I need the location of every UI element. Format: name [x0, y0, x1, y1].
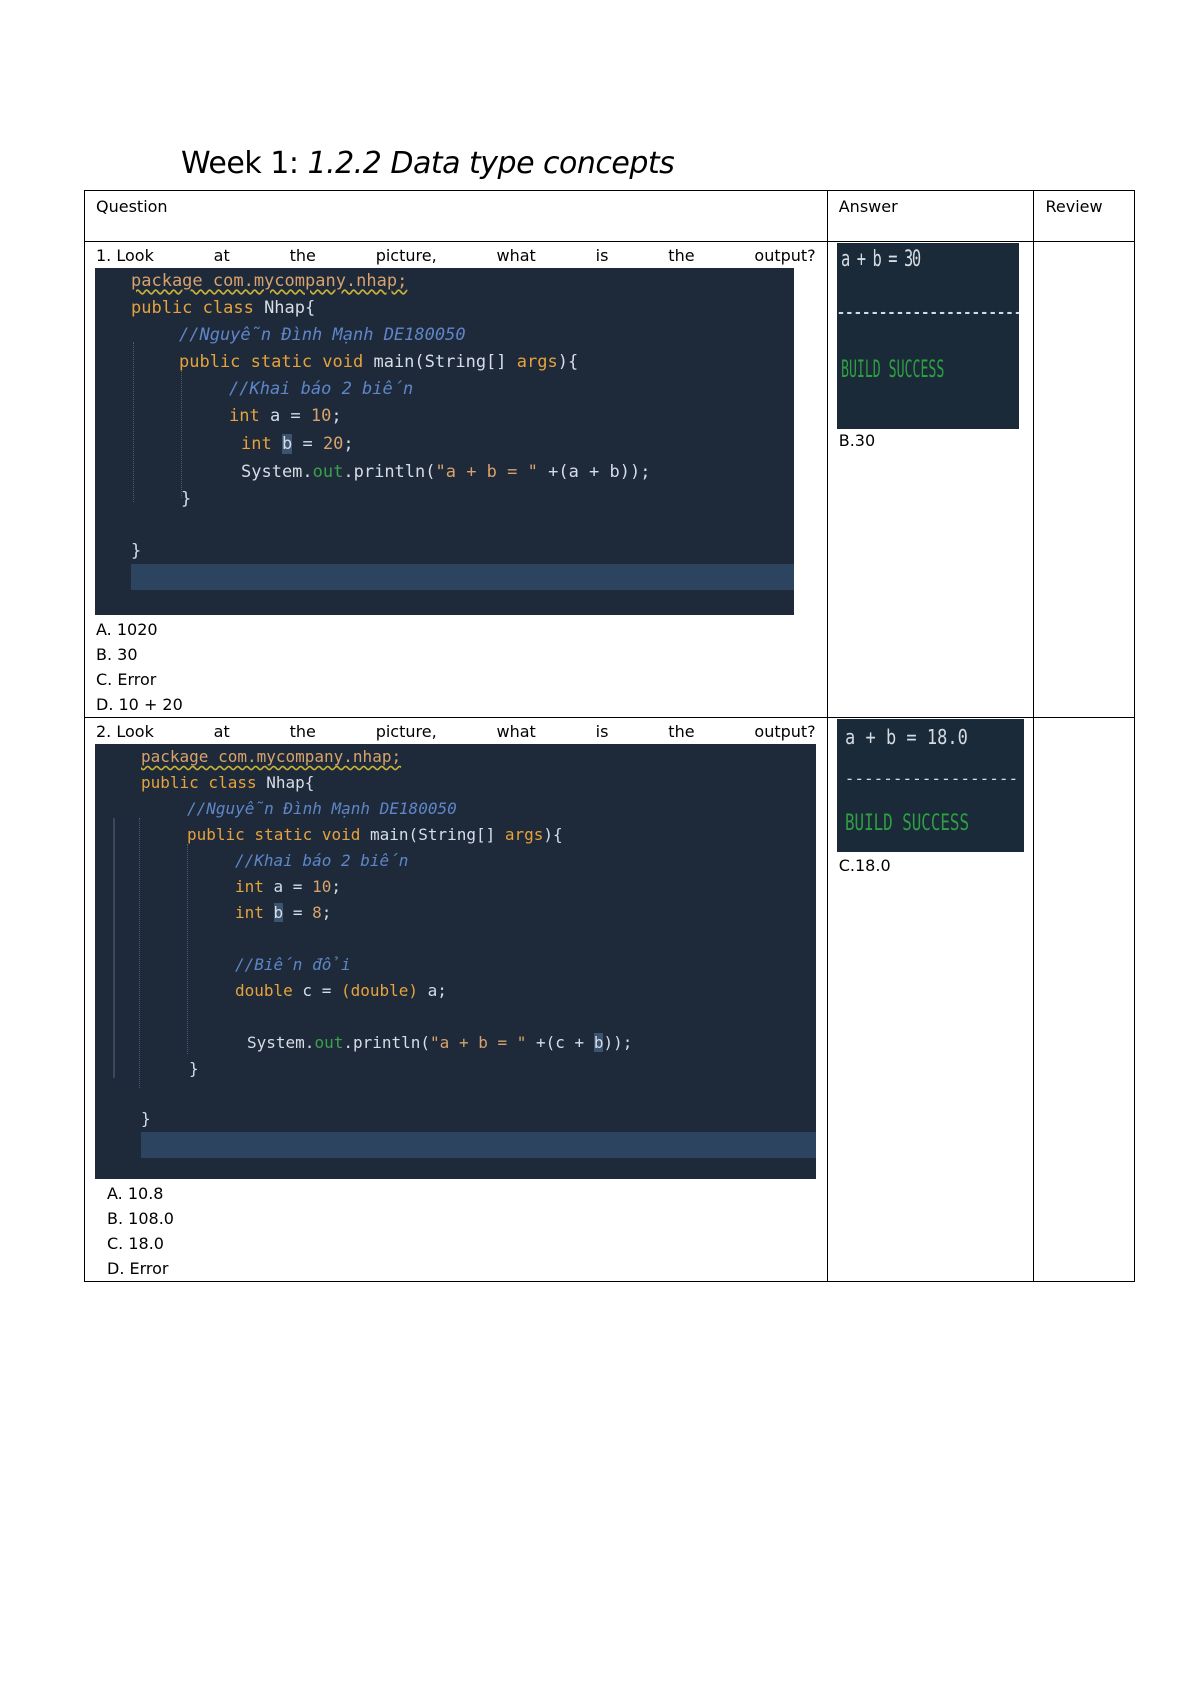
header-question: Question	[84, 190, 828, 242]
answer-text-2: C.18.0	[838, 856, 891, 875]
option-c: C. Error	[96, 670, 157, 689]
option-d: D. Error	[107, 1259, 169, 1278]
code-screenshot-2: package com.mycompany.nhap; public class…	[95, 744, 816, 1179]
answer-text-1: B.30	[838, 431, 876, 450]
question-cell-2: 2. Look at the picture, what is the outp…	[84, 717, 828, 1282]
answer-cell-1: a + b = 30 ------------------------ BUIL…	[826, 241, 1035, 718]
option-a: A. 1020	[96, 620, 158, 639]
header-answer: Answer	[826, 190, 1035, 242]
output-screenshot-2: a + b = 18.0 ------------------ BUILD SU…	[836, 719, 1024, 852]
header-review: Review	[1033, 190, 1135, 242]
option-d: D. 10 + 20	[96, 695, 183, 714]
review-cell-2	[1033, 717, 1135, 1282]
question-prompt-1: 1. Look at the picture, what is the outp…	[96, 246, 816, 265]
question-row-1: 1. Look at the picture, what is the outp…	[84, 241, 1135, 718]
title-prefix: Week 1:	[181, 146, 308, 181]
option-a: A. 10.8	[107, 1184, 164, 1203]
question-table: Question Answer Review 1. Look at the pi…	[84, 190, 1135, 1282]
options-list-1: A. 1020 B. 30 C. Error D. 10 + 20	[85, 617, 827, 717]
page-title: Week 1: 1.2.2 Data type concepts	[181, 146, 675, 181]
question-cell-1: 1. Look at the picture, what is the outp…	[84, 241, 828, 718]
option-b: B. 108.0	[107, 1209, 174, 1228]
current-line-highlight	[141, 1132, 816, 1158]
code-screenshot-1: package com.mycompany.nhap; public class…	[95, 268, 794, 615]
title-italic: 1.2.2 Data type concepts	[307, 146, 675, 181]
review-cell-1	[1033, 241, 1135, 718]
question-row-2: 2. Look at the picture, what is the outp…	[84, 717, 1135, 1282]
output-screenshot-1: a + b = 30 ------------------------ BUIL…	[836, 243, 1019, 429]
table-header-row: Question Answer Review	[84, 190, 1135, 242]
options-list-2: A. 10.8 B. 108.0 C. 18.0 D. Error	[85, 1181, 827, 1281]
option-c: C. 18.0	[107, 1234, 164, 1253]
option-b: B. 30	[96, 645, 138, 664]
answer-cell-2: a + b = 18.0 ------------------ BUILD SU…	[826, 717, 1035, 1282]
current-line-highlight	[131, 564, 794, 590]
question-prompt-2: 2. Look at the picture, what is the outp…	[96, 722, 816, 741]
